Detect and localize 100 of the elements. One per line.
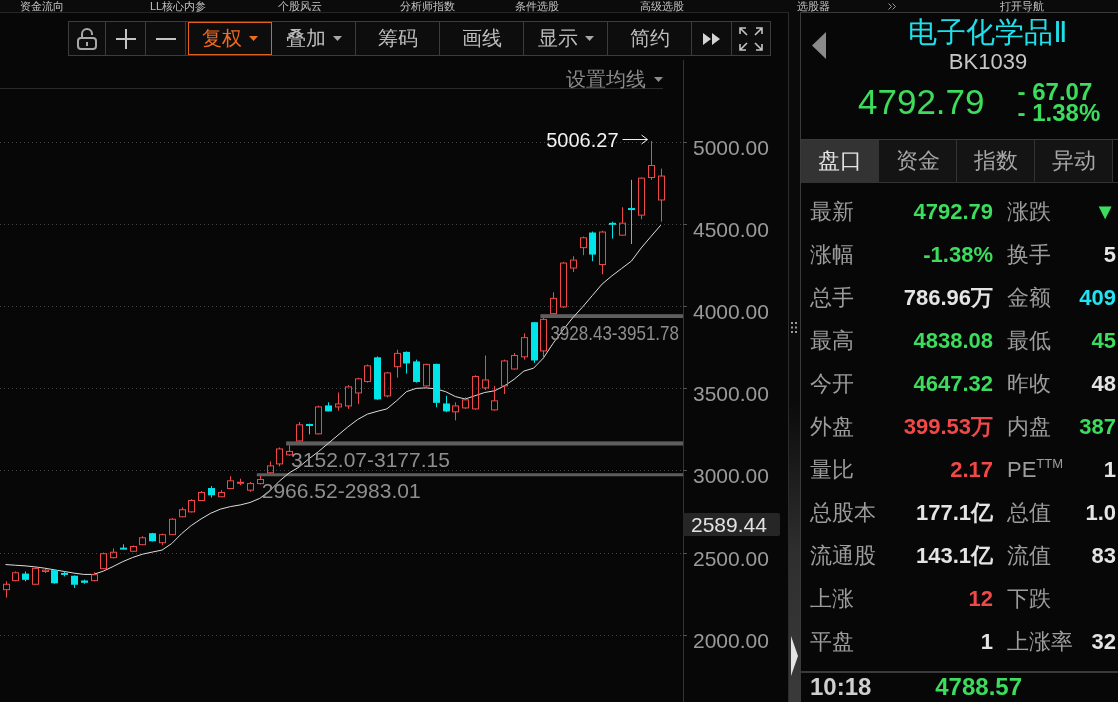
stat-value: -1.38% <box>923 241 993 268</box>
candle <box>218 489 225 498</box>
candle <box>658 168 665 223</box>
stat-label: 流通股 <box>810 541 877 570</box>
menu-item[interactable]: 打开导航 <box>1000 0 1044 12</box>
candle <box>188 498 195 513</box>
candle <box>257 475 264 485</box>
candle <box>531 321 538 364</box>
menu-item[interactable]: 分析师指数 <box>400 0 455 12</box>
double-triangle-icon <box>702 32 721 45</box>
candle <box>413 359 420 384</box>
menu-item[interactable]: 资金流向 <box>20 0 64 12</box>
expand-triangle-icon[interactable] <box>791 636 798 676</box>
stat-label: PE$^{TTM}$ <box>1007 456 1065 483</box>
candle <box>42 568 49 574</box>
candle <box>462 396 469 410</box>
candle <box>306 423 313 435</box>
candle <box>433 363 440 408</box>
stat-label: 总股本 <box>810 498 877 527</box>
toolbar-button[interactable]: 画线 <box>440 22 524 55</box>
candle <box>139 535 146 546</box>
candle <box>247 481 254 493</box>
candle <box>619 206 626 237</box>
stat-value: 48 <box>1091 370 1116 397</box>
stat-label: 总手 <box>810 283 855 312</box>
stat-label: 换手 <box>1007 240 1052 269</box>
candle <box>364 364 371 384</box>
candle <box>12 570 19 582</box>
candle <box>198 490 205 502</box>
stat-label: 最低 <box>1007 326 1052 355</box>
double-chevron-icon[interactable] <box>888 2 897 10</box>
stat-label: 外盘 <box>810 412 855 441</box>
panel-tab[interactable]: 资金 <box>879 140 957 182</box>
candle <box>315 405 322 435</box>
candle <box>296 421 303 442</box>
stat-label: 流值 <box>1007 541 1052 570</box>
toolbar-button[interactable]: 叠加 <box>272 22 356 55</box>
candle <box>501 359 508 395</box>
candle <box>403 350 410 375</box>
stat-label: 上涨率 <box>1007 627 1074 656</box>
max-price-label: 5006.27 <box>546 129 619 151</box>
candle <box>325 401 332 412</box>
stat-value: 4838.08 <box>913 327 993 354</box>
candle <box>355 377 362 405</box>
stat-value: 45 <box>1091 327 1116 354</box>
toolbar-button[interactable]: 筹码 <box>356 22 440 55</box>
index-code: BK1039 <box>948 49 1028 75</box>
stat-label: 今开 <box>810 369 855 398</box>
stat-label: 总值 <box>1007 498 1052 527</box>
fullscreen-icon <box>739 26 763 51</box>
stat-value: ▼ <box>1094 198 1116 225</box>
candle <box>599 230 606 275</box>
stat-value: 409 <box>1079 284 1116 311</box>
stat-value: 1.0 <box>1085 499 1116 526</box>
candle <box>374 355 381 401</box>
toolbar-button[interactable]: 显示 <box>524 22 608 55</box>
candle <box>345 384 352 410</box>
stat-value: 177.1亿 <box>915 498 993 527</box>
stat-label: 昨收 <box>1007 369 1052 398</box>
stat-label: 量比 <box>810 455 855 484</box>
stat-value: 12 <box>968 585 993 612</box>
candle <box>394 349 401 379</box>
current-price: 4792.79 <box>858 82 985 122</box>
stat-label: 最高 <box>810 326 855 355</box>
stat-label: 涨幅 <box>810 240 855 269</box>
menu-item[interactable]: 条件选股 <box>515 0 559 12</box>
stat-value: 2.17 <box>950 456 993 483</box>
grip-icon <box>791 322 798 333</box>
axis-tick-label: 2000.00 <box>693 628 769 652</box>
splitter-bar[interactable] <box>788 12 800 702</box>
menu-item[interactable]: 高级选股 <box>640 0 684 12</box>
arrow-icon <box>622 134 648 145</box>
stat-label: 最新 <box>810 197 855 226</box>
stat-value: 32 <box>1091 628 1116 655</box>
candle <box>550 291 557 315</box>
menu-item[interactable]: 个股风云 <box>278 0 322 12</box>
candle <box>208 485 215 499</box>
stat-value: 5 <box>1103 241 1116 268</box>
candle <box>570 255 577 273</box>
candle <box>22 570 29 582</box>
toolbar-button[interactable]: 简约 <box>608 22 692 55</box>
index-name: 电子化学品Ⅱ <box>908 15 1068 49</box>
candle <box>628 179 635 245</box>
panel-tab[interactable]: 异动 <box>1035 140 1113 182</box>
price-change: - 67.07 <box>1017 81 1093 102</box>
moving-average-settings-button[interactable]: 设置均线 <box>566 66 663 93</box>
stat-value: 4647.32 <box>913 370 993 397</box>
toolbar-button[interactable]: 复权 <box>188 22 272 55</box>
menu-item[interactable]: LL核心内参 <box>150 0 207 12</box>
back-triangle-icon[interactable] <box>812 32 826 59</box>
stat-value: 1 <box>980 628 993 655</box>
candle <box>472 374 479 411</box>
candle <box>491 385 498 412</box>
candle <box>452 401 459 421</box>
panel-tab[interactable]: 指数 <box>957 140 1035 182</box>
stat-label: 下跌 <box>1007 584 1052 613</box>
panel-tab[interactable]: 盘口 <box>801 140 879 182</box>
menu-item[interactable]: 选股器 <box>797 0 830 12</box>
candle <box>276 447 283 467</box>
candle <box>237 478 244 486</box>
